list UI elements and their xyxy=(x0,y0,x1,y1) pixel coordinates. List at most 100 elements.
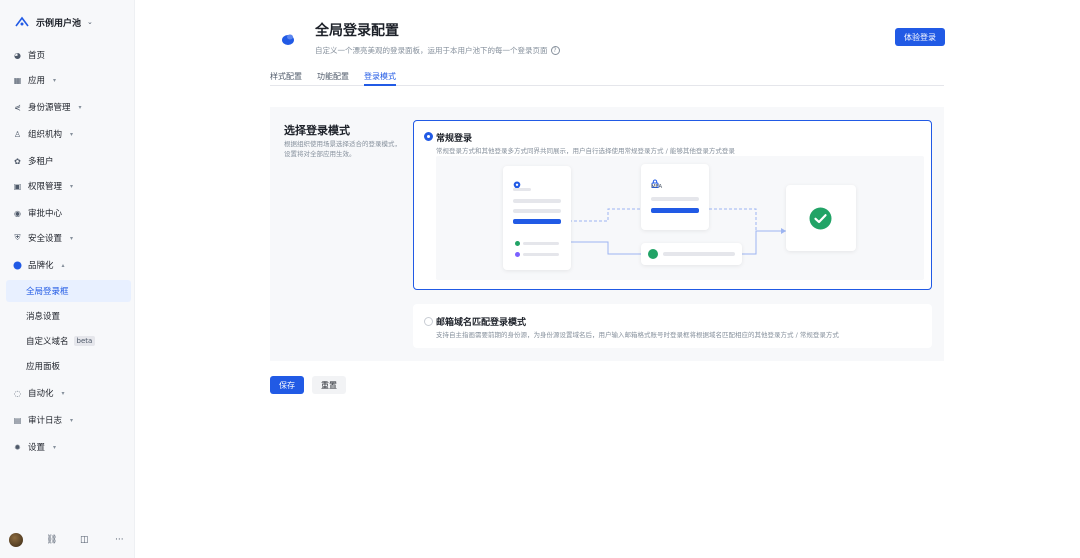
mock-purple-dot xyxy=(515,252,520,257)
sidebar-item-security[interactable]: ⛨ 安全设置 ▾ xyxy=(6,228,131,248)
mfa-card-mock: MFA xyxy=(641,164,709,230)
brand-icon xyxy=(13,261,22,270)
apps-icon: ▦ xyxy=(13,75,22,85)
approval-icon: ◉ xyxy=(14,208,21,218)
sidebar-item-home[interactable]: ◕ 首页 xyxy=(6,45,131,65)
pool-logo-icon xyxy=(14,14,30,30)
sidebar-item-automation[interactable]: ◌ 自动化 ▾ xyxy=(6,383,131,403)
mfa-label: MFA xyxy=(651,184,663,190)
sidebar-item-audit-log[interactable]: ▤ 审计日志 ▾ xyxy=(6,410,131,430)
organization-icon: ♙ xyxy=(13,129,22,139)
chevron-down-icon: ▾ xyxy=(70,416,74,424)
option-title-normal: 常规登录 xyxy=(436,134,473,144)
chevron-down-icon: ⌄ xyxy=(87,18,93,26)
sidebar-item-brand[interactable]: 品牌化 ▴ xyxy=(6,255,131,275)
chevron-down-icon: ▾ xyxy=(70,234,74,242)
sidebar-item-settings[interactable]: ✹ 设置 ▾ xyxy=(6,437,131,457)
mock-submit-bar xyxy=(513,219,561,224)
option-desc-normal: 常规登录方式和其他登录多方式同界共同展示，用户自行选择使用常规登录方式 / 能够… xyxy=(436,147,735,155)
chevron-down-icon: ▾ xyxy=(53,443,57,451)
permission-icon: ▣ xyxy=(13,181,22,191)
link-icon[interactable]: ⛓ xyxy=(46,535,57,545)
radio-normal-login[interactable] xyxy=(424,132,433,141)
login-form-mock xyxy=(503,166,571,270)
mock-input xyxy=(513,199,561,203)
login-flow-illustration: MFA xyxy=(436,156,924,280)
sidebar-item-permission[interactable]: ▣ 权限管理 ▾ xyxy=(6,176,131,196)
sidebar-subitem-label: 全局登录框 xyxy=(26,287,69,297)
automation-icon: ◌ xyxy=(14,388,21,398)
help-icon[interactable]: ? xyxy=(550,46,560,55)
sidebar-item-label: 组织机构 xyxy=(28,130,63,140)
mock-line xyxy=(523,242,559,245)
sidebar-subitem-label: 自定义域名 xyxy=(26,337,69,347)
sidebar-subitem-message[interactable]: 消息设置 xyxy=(6,305,131,327)
more-icon[interactable]: ··· xyxy=(115,535,124,545)
save-button[interactable]: 保存 xyxy=(270,376,304,394)
sidebar-item-label: 审计日志 xyxy=(28,416,63,426)
sidebar-item-label: 审批中心 xyxy=(28,209,63,219)
chevron-down-icon: ▾ xyxy=(70,182,74,190)
identity-source-icon: ⋞ xyxy=(14,102,21,112)
page-subtitle-text: 自定义一个漂亮美观的登录面板，运用于本用户池下的每一个登录页面 xyxy=(315,46,548,55)
success-card-mock xyxy=(786,185,856,251)
mock-green-dot xyxy=(515,241,520,246)
sidebar-item-label: 多租户 xyxy=(28,157,54,167)
sidebar-item-label: 自动化 xyxy=(28,389,54,399)
chevron-down-icon: ▾ xyxy=(53,76,57,84)
option-title-email: 邮箱域名匹配登录模式 xyxy=(436,318,527,328)
tenant-icon: ✿ xyxy=(14,156,21,166)
chevron-up-icon: ▴ xyxy=(61,261,65,269)
section-description: 根据组织使用场景选择适合的登录模式，设置将对全部应用生效。 xyxy=(284,140,401,158)
try-login-button[interactable]: 体验登录 xyxy=(895,28,945,46)
sidebar-item-apps[interactable]: ▦ 应用 ▾ xyxy=(6,70,131,90)
sidebar-bottom-bar: ⛓ ◫ ··· xyxy=(0,530,135,550)
radio-email-domain-login[interactable] xyxy=(424,317,433,326)
mock-line xyxy=(523,253,559,256)
sidebar-subitem-label: 消息设置 xyxy=(26,312,61,322)
mock-input xyxy=(513,209,561,213)
tab-function-config[interactable]: 功能配置 xyxy=(317,69,349,86)
sidebar-item-label: 安全设置 xyxy=(28,234,63,244)
sidebar-item-label: 权限管理 xyxy=(28,182,63,192)
section-title: 选择登录模式 xyxy=(284,124,350,137)
sidebar-subitem-app-panel[interactable]: 应用面板 xyxy=(6,355,131,377)
chevron-down-icon: ▾ xyxy=(78,103,82,111)
sidebar-item-approval[interactable]: ◉ 审批中心 xyxy=(6,203,131,223)
settings-icon: ✹ xyxy=(14,442,21,452)
option-desc-email: 支持自主指画需要前期的身份源，为身份源设置域名后，用户输入邮箱格式账号时登录框将… xyxy=(436,331,839,339)
sidebar-subitem-label: 应用面板 xyxy=(26,362,61,372)
page-title: 全局登录配置 xyxy=(315,23,399,39)
sidebar-item-label: 品牌化 xyxy=(28,261,54,271)
avatar[interactable] xyxy=(9,533,23,547)
chevron-down-icon: ▾ xyxy=(61,389,65,397)
sidebar-item-tenant[interactable]: ✿ 多租户 xyxy=(6,151,131,171)
sidebar-subitem-global-login[interactable]: 全局登录框 xyxy=(6,280,131,302)
sidebar-item-label: 应用 xyxy=(28,76,46,86)
location-pin-icon xyxy=(513,175,521,194)
sidebar-item-label: 首页 xyxy=(28,51,46,61)
user-pool-switcher[interactable]: 示例用户池 ⌄ xyxy=(14,13,93,31)
home-icon: ◕ xyxy=(14,50,21,60)
tab-style-config[interactable]: 样式配置 xyxy=(270,69,302,86)
reset-button[interactable]: 重置 xyxy=(312,376,346,394)
sidebar-item-organization[interactable]: ♙ 组织机构 ▾ xyxy=(6,124,131,144)
tab-login-mode[interactable]: 登录模式 xyxy=(364,69,396,86)
tab-bar: 样式配置 功能配置 登录模式 xyxy=(270,69,944,86)
beta-badge: beta xyxy=(73,336,96,346)
security-icon: ⛨ xyxy=(14,233,21,242)
third-party-login-mock xyxy=(641,243,742,265)
brand-logo-icon xyxy=(277,28,299,50)
sidebar-subitem-custom-domain[interactable]: 自定义域名 beta xyxy=(6,330,131,352)
mock-submit-bar xyxy=(651,208,699,213)
sidebar-item-identity-source[interactable]: ⋞ 身份源管理 ▾ xyxy=(6,97,131,117)
mock-input xyxy=(651,197,699,201)
sidebar: 示例用户池 ⌄ ◕ 首页 ▦ 应用 ▾ ⋞ 身份源管理 ▾ ♙ 组织机构 ▾ ✿… xyxy=(0,0,135,558)
layout-icon[interactable]: ◫ xyxy=(80,535,89,545)
mock-green-dot xyxy=(648,249,658,259)
sidebar-item-label: 身份源管理 xyxy=(28,103,71,113)
check-circle-icon xyxy=(809,207,832,234)
mock-line xyxy=(513,188,531,191)
chevron-down-icon: ▾ xyxy=(70,130,74,138)
audit-log-icon: ▤ xyxy=(13,415,22,425)
